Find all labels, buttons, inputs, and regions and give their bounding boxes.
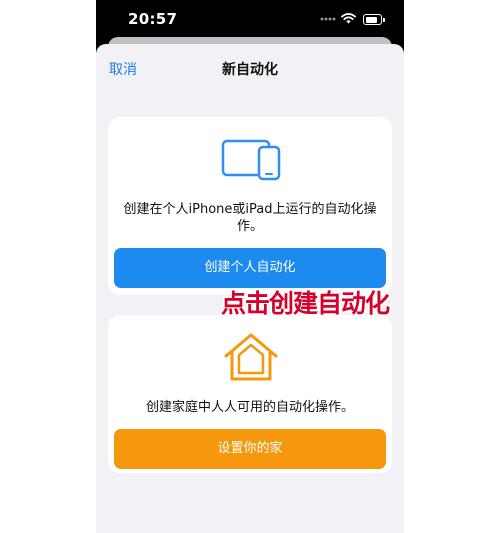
signal-icon xyxy=(320,17,336,21)
battery-icon xyxy=(363,14,385,25)
set-up-home-button[interactable]: 设置你的家 xyxy=(114,429,386,469)
iphone-ipad-icon xyxy=(221,139,281,181)
wifi-icon xyxy=(341,13,356,24)
status-time: 20:57 xyxy=(128,10,178,28)
phone-screen: 20:57 取消 新自动化 创建在个人iPhone或iPad上运行的自动化操作。… xyxy=(96,0,404,533)
personal-automation-card: 创建在个人iPhone或iPad上运行的自动化操作。 创建个人自动化 xyxy=(108,117,392,295)
personal-automation-description: 创建在个人iPhone或iPad上运行的自动化操作。 xyxy=(123,202,377,234)
status-bar: 20:57 xyxy=(96,0,404,40)
page-title: 新自动化 xyxy=(222,62,278,78)
annotation-overlay-text: 点击创建自动化 xyxy=(221,289,390,318)
home-automation-card: 创建家庭中人人可用的自动化操作。 设置你的家 xyxy=(108,315,392,473)
home-icon xyxy=(224,333,278,381)
home-automation-description: 创建家庭中人人可用的自动化操作。 xyxy=(145,400,354,415)
create-personal-automation-button[interactable]: 创建个人自动化 xyxy=(114,248,386,288)
